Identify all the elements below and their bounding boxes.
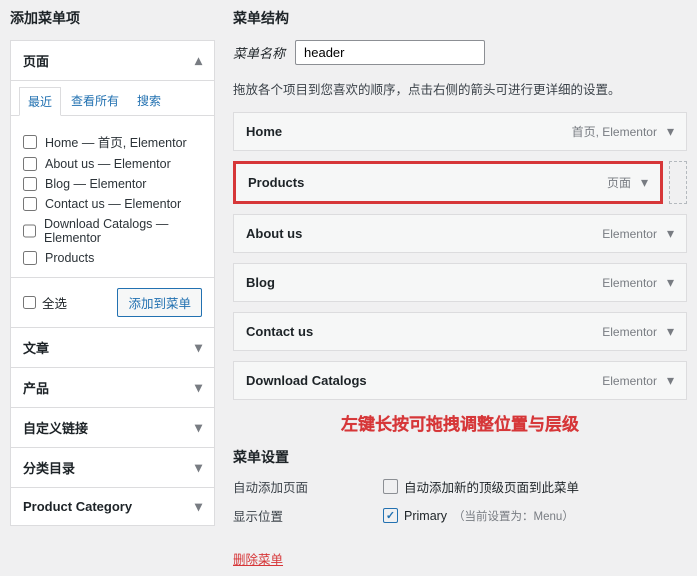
tabs: 最近 查看所有 搜索: [11, 81, 214, 116]
acc-products[interactable]: 产品▾: [11, 367, 214, 407]
chevron-down-icon: ▾: [195, 419, 202, 436]
chevron-down-icon: ▾: [195, 379, 202, 396]
checkbox[interactable]: [23, 224, 36, 238]
acc-cats[interactable]: 分类目录▾: [11, 447, 214, 487]
menu-item[interactable]: Download Catalogs Elementor▾: [233, 361, 687, 400]
checkbox[interactable]: [23, 197, 37, 211]
list-item[interactable]: Download Catalogs — Elementor: [23, 217, 202, 245]
accordion: 页面 ▴ 最近 查看所有 搜索 Home — 首页, Elementor Abo…: [10, 40, 215, 526]
chevron-down-icon[interactable]: ▾: [641, 174, 648, 191]
list-item[interactable]: Products: [23, 251, 202, 265]
menu-name-label: 菜单名称: [233, 43, 285, 62]
add-items-title: 添加菜单项: [10, 8, 215, 28]
chevron-down-icon[interactable]: ▾: [667, 123, 674, 140]
chevron-up-icon: ▴: [195, 52, 202, 69]
add-to-menu-button[interactable]: 添加到菜单: [117, 288, 202, 317]
checkbox[interactable]: [23, 177, 37, 191]
drop-indicator: [669, 161, 687, 204]
list-item[interactable]: Home — 首页, Elementor: [23, 132, 202, 151]
chevron-down-icon[interactable]: ▾: [667, 225, 674, 242]
checkbox[interactable]: [23, 296, 36, 309]
auto-add-label: 自动添加页面: [233, 477, 383, 496]
chevron-down-icon: ▾: [195, 459, 202, 476]
page-list: Home — 首页, Elementor About us — Elemento…: [11, 116, 214, 277]
tab-all[interactable]: 查看所有: [63, 87, 127, 115]
chevron-down-icon[interactable]: ▾: [667, 372, 674, 389]
tab-search[interactable]: 搜索: [129, 87, 169, 115]
menu-item[interactable]: Home 首页, Elementor▾: [233, 112, 687, 151]
chevron-down-icon: ▾: [195, 339, 202, 356]
menu-name-input[interactable]: [295, 40, 485, 65]
structure-title: 菜单结构: [233, 8, 687, 28]
menu-item[interactable]: Contact us Elementor▾: [233, 312, 687, 351]
checkbox[interactable]: [23, 251, 37, 265]
tab-recent[interactable]: 最近: [19, 87, 61, 116]
acc-pages[interactable]: 页面 ▴: [11, 41, 214, 80]
auto-add-checkbox[interactable]: [383, 479, 398, 494]
menu-item-products[interactable]: Products 页面▾: [233, 161, 663, 204]
menu-items: Home 首页, Elementor▾ Products 页面▾ About u…: [233, 112, 687, 400]
delete-menu-link[interactable]: 删除菜单: [233, 549, 283, 568]
list-item[interactable]: Blog — Elementor: [23, 177, 202, 191]
acc-prodcat[interactable]: Product Category▾: [11, 487, 214, 525]
select-all[interactable]: 全选: [23, 293, 67, 312]
chevron-down-icon[interactable]: ▾: [667, 323, 674, 340]
acc-custom[interactable]: 自定义链接▾: [11, 407, 214, 447]
chevron-down-icon: ▾: [195, 498, 202, 515]
annotation-text: 左键长按可拖拽调整位置与层级: [233, 410, 687, 435]
checkbox[interactable]: [23, 135, 37, 149]
drag-hint: 拖放各个项目到您喜欢的顺序，点击右侧的箭头可进行更详细的设置。: [233, 79, 687, 98]
menu-item[interactable]: About us Elementor▾: [233, 214, 687, 253]
menu-item[interactable]: Blog Elementor▾: [233, 263, 687, 302]
list-item[interactable]: Contact us — Elementor: [23, 197, 202, 211]
settings-heading: 菜单设置: [233, 447, 687, 467]
acc-posts[interactable]: 文章▾: [11, 327, 214, 367]
chevron-down-icon[interactable]: ▾: [667, 274, 674, 291]
list-item[interactable]: About us — Elementor: [23, 157, 202, 171]
checkbox[interactable]: [23, 157, 37, 171]
